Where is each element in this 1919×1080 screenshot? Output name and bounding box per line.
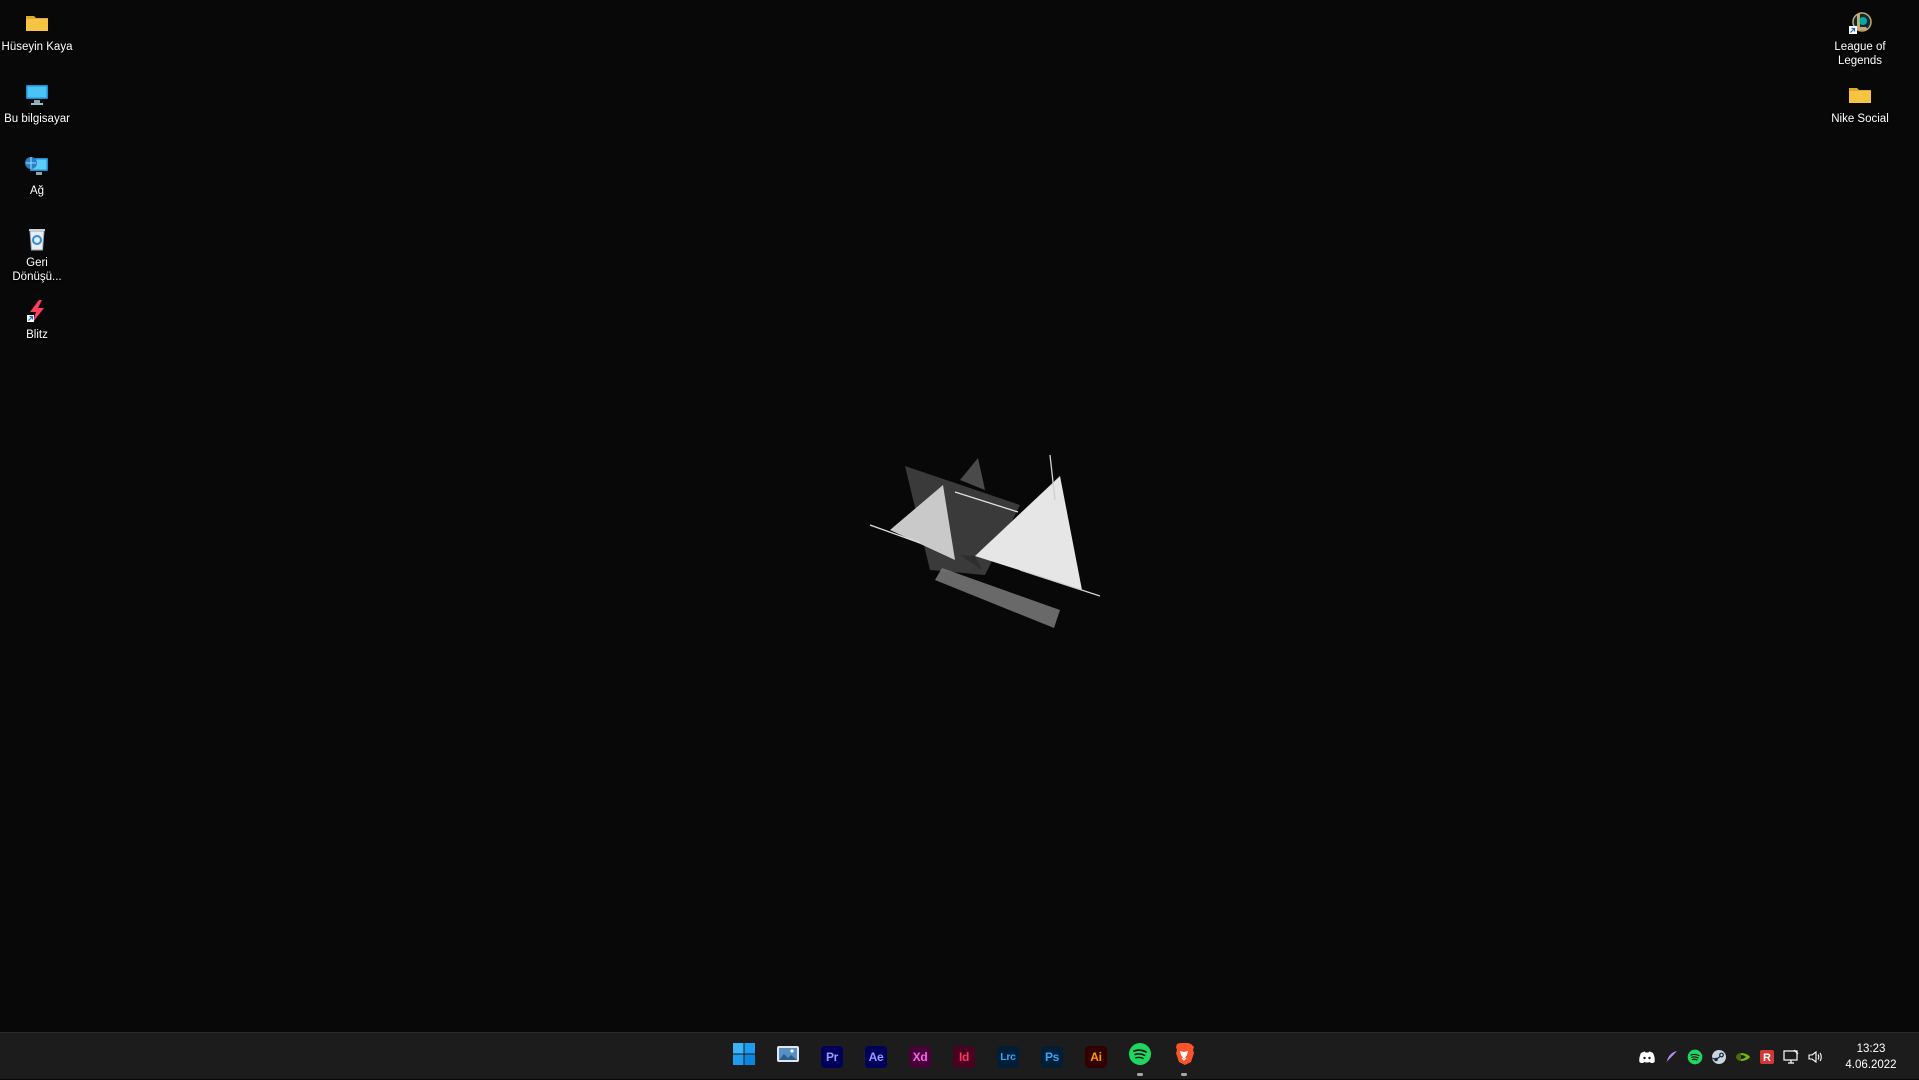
taskbar-app-illustrator[interactable]: Ai xyxy=(1074,1035,1118,1079)
folder-icon xyxy=(1845,80,1875,110)
volume-icon[interactable] xyxy=(1803,1045,1827,1069)
desktop-icon-huseyin-kaya[interactable]: Hüseyin Kaya xyxy=(0,4,74,54)
feather-icon[interactable] xyxy=(1659,1045,1683,1069)
desktop-icon-league-of-legends[interactable]: League of Legends xyxy=(1823,4,1897,68)
spotify-icon xyxy=(1128,1042,1152,1071)
network-monitor-icon[interactable] xyxy=(1779,1045,1803,1069)
clock[interactable]: 13:23 4.06.2022 xyxy=(1839,1041,1903,1073)
indesign-icon: Id xyxy=(953,1045,975,1068)
taskbar-app-xd[interactable]: Xd xyxy=(898,1035,942,1079)
taskbar-app-indesign[interactable]: Id xyxy=(942,1035,986,1079)
network-icon xyxy=(22,152,52,182)
desktop-icon-this-pc[interactable]: Bu bilgisayar xyxy=(0,76,74,126)
lightroom-classic-icon: Lrc xyxy=(997,1045,1019,1068)
steam-icon[interactable] xyxy=(1707,1045,1731,1069)
after-effects-icon: Ae xyxy=(865,1045,887,1068)
windows-start-icon xyxy=(733,1043,755,1070)
desktop[interactable]: Hüseyin Kaya Bu bilgisayar Ağ Geri Dönüş… xyxy=(0,0,1919,1032)
taskbar-app-brave[interactable] xyxy=(1162,1035,1206,1079)
desktop-icon-label: Bu bilgisayar xyxy=(4,113,70,125)
desktop-icon-label: Ağ xyxy=(29,185,45,197)
illustrator-icon: Ai xyxy=(1085,1045,1107,1068)
running-indicator xyxy=(1137,1072,1143,1076)
desktop-icon-nike-social[interactable]: Nike Social xyxy=(1823,76,1897,126)
spotify-icon[interactable] xyxy=(1683,1045,1707,1069)
taskbar-app-lightroom-classic[interactable]: Lrc xyxy=(986,1035,1030,1079)
desktop-icon-label: Nike Social xyxy=(1831,113,1889,125)
taskbar: Pr Ae Xd Id Lrc Ps Ai R 13:23 4.06.2022 xyxy=(0,1032,1919,1079)
league-of-legends-icon xyxy=(1845,8,1875,38)
desktop-icon-label: Hüseyin Kaya xyxy=(1,41,73,53)
taskbar-app-after-effects[interactable]: Ae xyxy=(854,1035,898,1079)
running-indicator xyxy=(1181,1072,1187,1076)
folder-icon xyxy=(22,8,52,38)
blitz-icon xyxy=(22,296,52,326)
desktop-icon-blitz[interactable]: Blitz xyxy=(0,292,74,342)
start-button[interactable] xyxy=(722,1035,766,1079)
desktop-icon-label: Geri Dönüşü... xyxy=(12,257,62,283)
riot-icon[interactable]: R xyxy=(1755,1045,1779,1069)
taskbar-app-photoshop[interactable]: Ps xyxy=(1030,1035,1074,1079)
computer-icon xyxy=(22,80,52,110)
desktop-icon-recycle-bin[interactable]: Geri Dönüşü... xyxy=(0,220,74,284)
svg-text:R: R xyxy=(1763,1052,1771,1064)
recycle-bin-icon xyxy=(22,224,52,254)
taskbar-pinned-apps: Pr Ae Xd Id Lrc Ps Ai xyxy=(722,1033,1206,1080)
wallpaper-artwork xyxy=(860,450,1120,655)
nvidia-icon[interactable] xyxy=(1731,1045,1755,1069)
clock-date: 4.06.2022 xyxy=(1845,1058,1897,1071)
premiere-pro-icon: Pr xyxy=(821,1045,843,1068)
xd-icon: Xd xyxy=(909,1045,931,1068)
taskbar-app-photos[interactable] xyxy=(766,1035,810,1079)
system-tray: R 13:23 4.06.2022 xyxy=(1635,1033,1919,1080)
desktop-icon-label: League of Legends xyxy=(1834,41,1886,67)
taskbar-app-premiere[interactable]: Pr xyxy=(810,1035,854,1079)
desktop-icon-network[interactable]: Ağ xyxy=(0,148,74,198)
desktop-icon-label: Blitz xyxy=(26,329,48,341)
photoshop-icon: Ps xyxy=(1041,1045,1063,1068)
brave-icon xyxy=(1173,1042,1195,1071)
taskbar-app-spotify[interactable] xyxy=(1118,1035,1162,1079)
clock-time: 13:23 xyxy=(1856,1042,1886,1055)
photos-icon xyxy=(776,1044,800,1069)
discord-icon[interactable] xyxy=(1635,1045,1659,1069)
